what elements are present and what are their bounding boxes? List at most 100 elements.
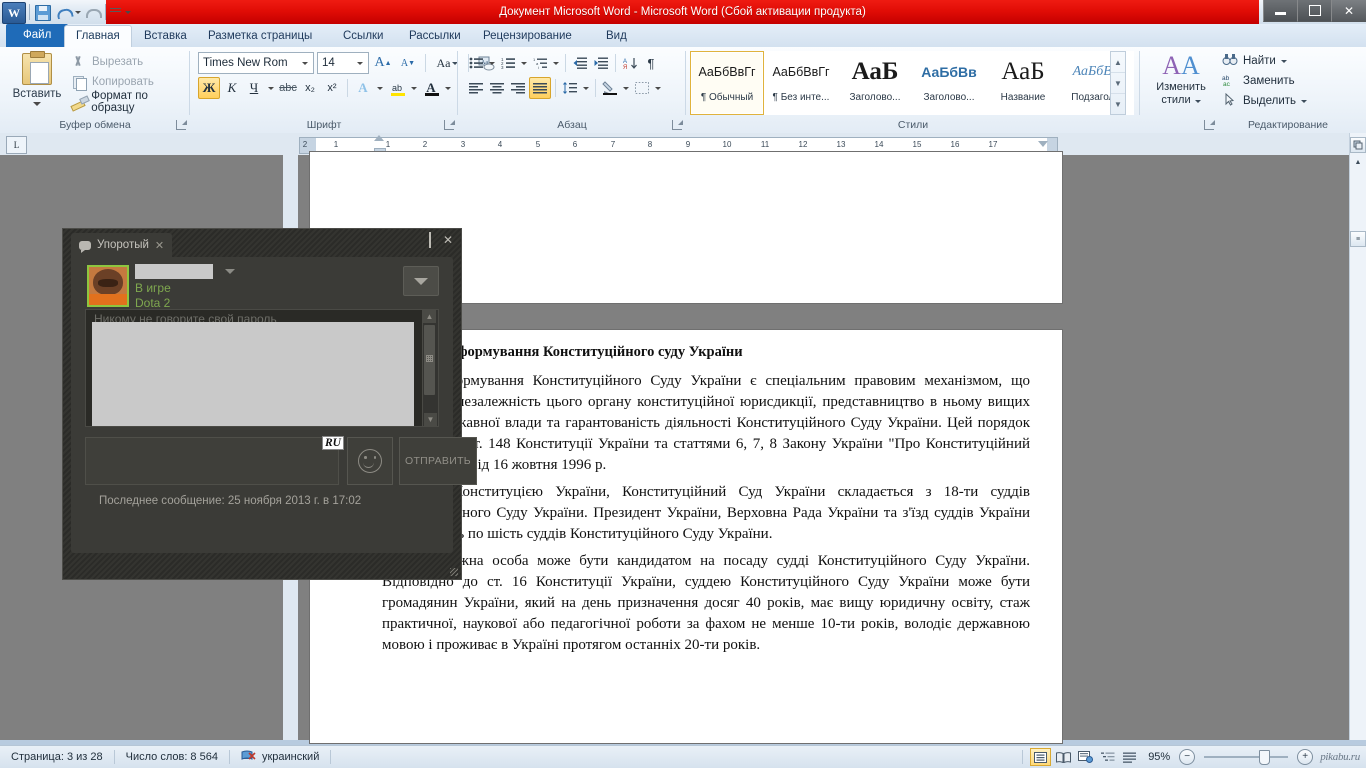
- font-size-combo[interactable]: 14: [317, 52, 369, 74]
- steam-close-button[interactable]: ✕: [443, 233, 453, 247]
- style-item-normal[interactable]: АаБбВвГг ¶ Обычный: [690, 51, 764, 115]
- numbered-list-icon[interactable]: 123: [498, 53, 518, 73]
- steam-chat-log[interactable]: Никому не говорите свой пароль Упоротый:…: [85, 309, 439, 427]
- decrease-indent-icon[interactable]: [570, 53, 590, 73]
- draft-view-button[interactable]: [1120, 749, 1139, 765]
- tab-page-layout[interactable]: Разметка страницы: [197, 25, 323, 47]
- friend-dropdown-icon[interactable]: [225, 269, 236, 275]
- steam-title-bar[interactable]: Упоротый ✕ ✕: [63, 229, 461, 257]
- steam-tab-close-icon[interactable]: ✕: [155, 239, 164, 252]
- bold-button[interactable]: Ж: [198, 77, 220, 99]
- strikethrough-button[interactable]: abc: [278, 78, 298, 98]
- line-spacing-caret-icon[interactable]: [581, 77, 591, 99]
- styles-scroll-down-icon[interactable]: ▼: [1111, 73, 1125, 94]
- borders-icon[interactable]: [632, 78, 652, 98]
- save-icon[interactable]: [33, 2, 53, 22]
- tab-review[interactable]: Рецензирование: [472, 25, 583, 47]
- borders-caret-icon[interactable]: [653, 77, 663, 99]
- styles-gallery-scrollbar[interactable]: ▲ ▼ ▼: [1110, 51, 1126, 115]
- line-spacing-icon[interactable]: [560, 78, 580, 98]
- grow-font-button[interactable]: A ▲: [372, 52, 394, 74]
- style-item-no-spacing[interactable]: АаБбВвГг ¶ Без инте...: [764, 51, 838, 115]
- select-browse-object-icon[interactable]: [1350, 137, 1366, 153]
- format-painter-button[interactable]: Формат по образцу: [70, 90, 190, 114]
- steam-log-scrollbar[interactable]: ▲ ▼: [422, 309, 439, 427]
- steam-message-input[interactable]: RU: [85, 436, 344, 485]
- multilevel-list-caret-icon[interactable]: [551, 52, 561, 74]
- numbered-list-caret-icon[interactable]: [519, 52, 529, 74]
- steam-chat-tab[interactable]: Упоротый ✕: [71, 233, 173, 257]
- status-language[interactable]: украинский: [230, 746, 330, 768]
- multilevel-list-icon[interactable]: 1ai: [530, 53, 550, 73]
- zoom-slider[interactable]: [1198, 749, 1294, 765]
- status-word-count[interactable]: Число слов: 8 564: [115, 746, 229, 768]
- document-vertical-scrollbar[interactable]: ▲ ≡: [1349, 133, 1366, 740]
- close-button[interactable]: ✕: [1331, 0, 1366, 22]
- align-justify-icon[interactable]: [529, 77, 551, 99]
- bullet-list-caret-icon[interactable]: [487, 52, 497, 74]
- paste-button[interactable]: Вставить: [10, 51, 64, 113]
- change-styles-button[interactable]: AA Изменить стили: [1148, 51, 1214, 107]
- font-name-caret-icon[interactable]: [298, 54, 311, 72]
- tab-home[interactable]: Главная: [64, 25, 132, 48]
- align-left-icon[interactable]: [466, 78, 486, 98]
- clipboard-dialog-launcher[interactable]: [176, 120, 187, 130]
- web-layout-view-button[interactable]: [1076, 749, 1095, 765]
- status-page-number[interactable]: Страница: 3 из 28: [0, 746, 114, 768]
- underline-button[interactable]: Ч: [244, 78, 264, 98]
- steam-emoji-button[interactable]: [347, 437, 393, 485]
- outline-view-button[interactable]: [1098, 749, 1117, 765]
- style-item-title[interactable]: АаБ Название: [986, 51, 1060, 115]
- text-effects-button[interactable]: A: [353, 78, 373, 98]
- style-item-heading-1[interactable]: АаБ Заголово...: [838, 51, 912, 115]
- tab-insert[interactable]: Вставка: [133, 25, 198, 47]
- steam-resize-grip[interactable]: [450, 568, 458, 576]
- zoom-out-button[interactable]: −: [1179, 749, 1196, 765]
- tab-view[interactable]: Вид: [595, 25, 638, 47]
- shading-icon[interactable]: [600, 78, 620, 98]
- font-color-caret-icon[interactable]: [443, 77, 453, 99]
- font-color-button[interactable]: A: [421, 78, 441, 98]
- show-formatting-marks-icon[interactable]: ¶: [641, 53, 661, 73]
- superscript-button[interactable]: x²: [322, 78, 342, 98]
- undo-dropdown-icon[interactable]: [73, 2, 82, 22]
- customize-qat-caret-icon[interactable]: [123, 2, 132, 22]
- customize-qat-icon[interactable]: [109, 2, 123, 22]
- steam-actions-button[interactable]: [403, 266, 439, 296]
- zoom-level-label[interactable]: 95%: [1142, 746, 1176, 768]
- replace-button[interactable]: ab ac Заменить: [1222, 71, 1307, 91]
- right-indent-marker[interactable]: [1038, 141, 1048, 147]
- zoom-slider-knob[interactable]: [1259, 749, 1271, 765]
- cut-button[interactable]: Вырезать: [70, 52, 190, 71]
- find-button[interactable]: Найти: [1222, 51, 1307, 71]
- bullet-list-icon[interactable]: [466, 53, 486, 73]
- paragraph-dialog-launcher[interactable]: [672, 120, 683, 130]
- tab-file[interactable]: Файл: [6, 24, 69, 47]
- style-item-heading-2[interactable]: АаБбВв Заголово...: [912, 51, 986, 115]
- tab-mailings[interactable]: Рассылки: [398, 25, 472, 47]
- redo-icon[interactable]: [82, 2, 102, 22]
- print-layout-view-button[interactable]: [1030, 748, 1052, 766]
- steam-scroll-up-icon[interactable]: ▲: [423, 310, 436, 323]
- maximize-button[interactable]: [1297, 0, 1331, 22]
- align-right-icon[interactable]: [508, 78, 528, 98]
- italic-button[interactable]: К: [222, 78, 242, 98]
- font-size-caret-icon[interactable]: [353, 54, 366, 72]
- scroll-thumb[interactable]: ≡: [1350, 231, 1366, 247]
- styles-dialog-launcher[interactable]: [1204, 120, 1215, 130]
- text-effects-caret-icon[interactable]: [375, 77, 385, 99]
- first-line-indent-marker[interactable]: [374, 135, 384, 141]
- steam-chat-window[interactable]: Упоротый ✕ ✕ В игре Dota 2 Никому не гов…: [62, 228, 477, 580]
- copy-button[interactable]: Копировать: [70, 72, 190, 91]
- styles-more-icon[interactable]: ▼: [1111, 94, 1125, 114]
- highlight-caret-icon[interactable]: [409, 77, 419, 99]
- paste-dropdown-icon[interactable]: [33, 102, 41, 106]
- align-center-icon[interactable]: [487, 78, 507, 98]
- document-text[interactable]: 2. Порядок формування Конституційного су…: [382, 344, 1030, 662]
- avatar[interactable]: [87, 265, 129, 307]
- tab-references[interactable]: Ссылки: [332, 25, 395, 47]
- full-screen-reading-view-button[interactable]: [1054, 749, 1073, 765]
- sort-icon[interactable]: AЯ: [620, 53, 640, 73]
- font-name-combo[interactable]: Times New Rom: [198, 52, 314, 74]
- word-logo-icon[interactable]: W: [2, 1, 26, 24]
